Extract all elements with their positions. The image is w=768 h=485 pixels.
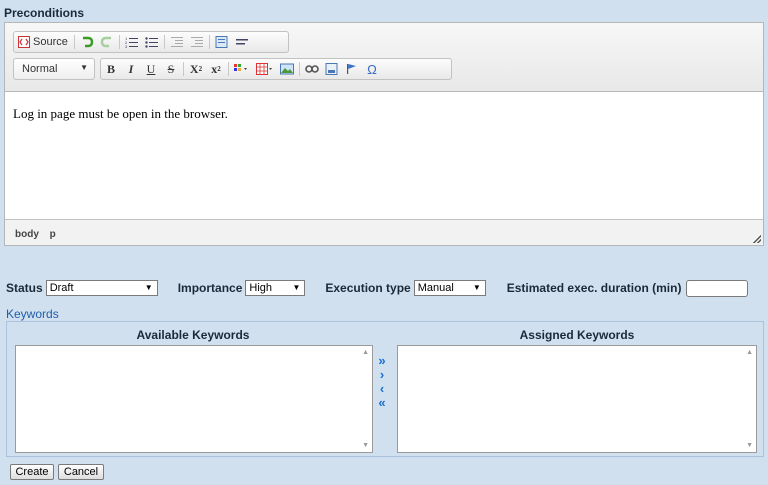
assigned-keywords-list[interactable]: ▲ ▼ xyxy=(397,345,757,453)
assigned-keywords-header: Assigned Keywords xyxy=(519,328,635,342)
move-buttons: » › ‹ « xyxy=(375,354,389,409)
document-icon xyxy=(215,36,228,48)
table-button[interactable] xyxy=(253,59,277,79)
outdent-button[interactable] xyxy=(167,32,187,52)
separator xyxy=(183,62,184,76)
toolbar-row-2: B I U S X2 x2 Ω xyxy=(100,58,452,80)
numbered-list-button[interactable]: 123 xyxy=(122,32,142,52)
cancel-button[interactable]: Cancel xyxy=(58,464,104,480)
redo-button[interactable] xyxy=(97,32,117,52)
indent-button[interactable] xyxy=(187,32,207,52)
scroll-up-icon[interactable]: ▲ xyxy=(746,349,753,356)
separator xyxy=(163,35,165,49)
execution-type-select[interactable]: Manual ▼ xyxy=(413,280,486,296)
text-color-button[interactable] xyxy=(231,59,253,79)
status-select[interactable]: Draft ▼ xyxy=(45,280,158,296)
separator xyxy=(228,62,229,76)
separator xyxy=(208,35,210,49)
underline-button[interactable]: U xyxy=(141,59,161,79)
form-button[interactable] xyxy=(322,59,342,79)
scroll-up-icon[interactable]: ▲ xyxy=(362,349,369,356)
special-character-button[interactable]: Ω xyxy=(362,59,382,79)
outdent-icon xyxy=(170,37,183,47)
move-all-left-icon[interactable]: « xyxy=(378,396,385,409)
bulleted-list-icon xyxy=(145,37,158,48)
resize-handle[interactable] xyxy=(753,235,761,243)
link-button[interactable] xyxy=(302,59,322,79)
importance-value: High xyxy=(249,282,272,294)
editor-content[interactable]: Log in page must be open in the browser. xyxy=(5,92,763,220)
table-properties-button[interactable] xyxy=(212,32,232,52)
duration-input[interactable] xyxy=(686,279,749,297)
separator xyxy=(118,35,120,49)
duration-label: Estimated exec. duration (min) xyxy=(506,281,682,295)
move-left-icon[interactable]: ‹ xyxy=(380,382,384,395)
path-p[interactable]: p xyxy=(50,229,56,240)
preconditions-title: Preconditions xyxy=(4,6,85,20)
align-icon xyxy=(235,39,248,45)
create-button[interactable]: Create xyxy=(10,464,54,480)
chevron-down-icon: ▼ xyxy=(80,63,88,72)
undo-icon xyxy=(82,36,94,48)
move-all-right-icon[interactable]: » xyxy=(378,354,385,367)
horizontal-rule-button[interactable] xyxy=(232,32,252,52)
available-keywords-header: Available Keywords xyxy=(136,328,250,342)
superscript-button[interactable]: x2 xyxy=(206,59,226,79)
source-label: Source xyxy=(33,36,68,48)
importance-select[interactable]: High ▼ xyxy=(245,280,306,296)
palette-icon xyxy=(234,64,247,71)
editor-toolbar: Source 123 Normal ▼ B I U S X 2 x 2 Ω xyxy=(5,23,763,92)
link-icon xyxy=(305,65,319,73)
flag-icon xyxy=(347,64,356,74)
superscript-mark: 2 xyxy=(217,65,221,73)
element-path: body p xyxy=(15,229,64,240)
indent-icon xyxy=(190,37,203,47)
subscript-mark: 2 xyxy=(198,65,203,73)
format-dropdown[interactable]: Normal ▼ xyxy=(13,58,95,80)
italic-button[interactable]: I xyxy=(121,59,141,79)
execution-type-value: Manual xyxy=(417,282,454,294)
importance-label: Importance xyxy=(177,281,243,295)
chevron-down-icon: ▼ xyxy=(472,283,481,292)
preconditions-text: Log in page must be open in the browser. xyxy=(13,106,228,121)
source-button[interactable]: Source xyxy=(14,32,72,52)
bold-button[interactable]: B xyxy=(101,59,121,79)
execution-type-label: Execution type xyxy=(325,281,411,295)
subscript-label: X xyxy=(189,61,199,76)
subscript-button[interactable]: X2 xyxy=(186,59,206,79)
anchor-button[interactable] xyxy=(342,59,362,79)
status-label: Status xyxy=(6,281,43,295)
image-icon xyxy=(280,63,294,75)
path-body[interactable]: body xyxy=(15,229,39,240)
chevron-down-icon: ▼ xyxy=(292,283,301,292)
keywords-panel: Available Keywords Assigned Keywords ▲ ▼… xyxy=(6,321,764,457)
separator xyxy=(73,35,75,49)
rich-text-editor: Source 123 Normal ▼ B I U S X 2 x 2 Ω Lo… xyxy=(4,22,764,246)
table-icon xyxy=(256,63,272,75)
toolbar-row-1: Source 123 xyxy=(13,31,289,53)
fields-row: Status Draft ▼ Importance High ▼ Executi… xyxy=(6,279,749,297)
keywords-title: Keywords xyxy=(6,307,59,321)
undo-button[interactable] xyxy=(77,32,97,52)
image-button[interactable] xyxy=(277,59,297,79)
chevron-down-icon: ▼ xyxy=(144,283,153,292)
bulleted-list-button[interactable] xyxy=(142,32,162,52)
numbered-list-icon: 123 xyxy=(125,36,138,48)
format-value: Normal xyxy=(22,63,58,75)
status-value: Draft xyxy=(49,282,74,294)
svg-text:3: 3 xyxy=(125,44,128,48)
move-right-icon[interactable]: › xyxy=(380,368,384,381)
strikethrough-button[interactable]: S xyxy=(161,59,181,79)
scroll-down-icon[interactable]: ▼ xyxy=(362,442,369,449)
scroll-down-icon[interactable]: ▼ xyxy=(746,442,753,449)
available-keywords-list[interactable]: ▲ ▼ xyxy=(15,345,373,453)
separator xyxy=(299,62,300,76)
redo-icon xyxy=(100,36,111,48)
form-icon xyxy=(325,63,338,75)
source-icon xyxy=(18,36,30,48)
